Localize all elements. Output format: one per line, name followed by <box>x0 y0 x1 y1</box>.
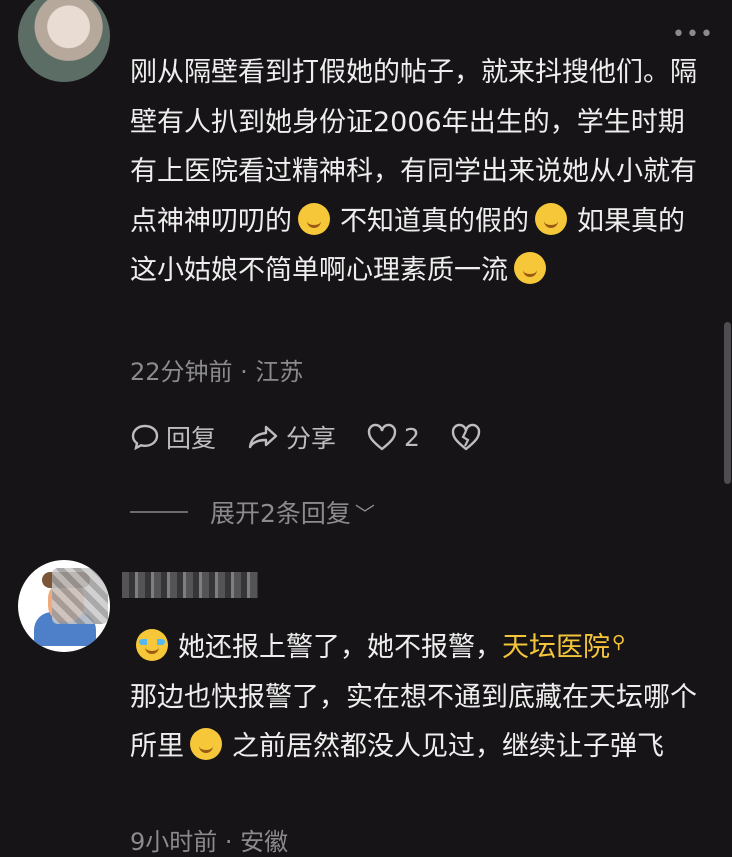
scrollbar[interactable] <box>724 322 731 484</box>
comment-2-time-location: 9小时前 · 安徽 <box>130 828 289 856</box>
avatar-commenter-1[interactable] <box>18 0 110 82</box>
heart-icon <box>367 423 397 451</box>
share-icon <box>248 425 278 449</box>
comment-2-text-part-a: 她还报上警了，她不报警， <box>178 632 502 663</box>
search-link-tiantan-hospital[interactable]: 天坛医院 <box>502 632 610 663</box>
like-button[interactable]: 2 <box>366 422 420 452</box>
share-label: 分享 <box>286 424 337 453</box>
thinking-face-emoji-icon <box>535 202 567 235</box>
expand-replies-label: 展开2条回复 <box>210 499 351 528</box>
crying-face-emoji-icon <box>136 629 168 661</box>
comment-1-text: 刚从隔壁看到打假她的帖子，就来抖搜他们。隔壁有人扒到她身份证2006年出生的，学… <box>130 48 700 296</box>
reply-icon <box>131 424 159 451</box>
like-count: 2 <box>404 422 420 452</box>
expand-replies-button[interactable]: 展开2条回复 ﹀ <box>130 494 375 530</box>
search-icon[interactable]: ⚲ <box>612 632 625 653</box>
comment-1-text-part-b: 不知道真的假的 <box>340 205 529 237</box>
broken-heart-icon <box>451 423 481 451</box>
reply-button[interactable]: 回复 <box>130 419 216 455</box>
comment-2-text-part-c: 之前居然都没人见过，继续让子弹飞 <box>232 731 664 762</box>
chevron-down-icon: ﹀ <box>354 501 375 526</box>
comment-1-time-location: 22分钟前 · 江苏 <box>130 358 304 386</box>
avatar-commenter-2[interactable] <box>18 560 110 652</box>
laughing-crying-emoji-icon <box>298 202 330 235</box>
dislike-button[interactable] <box>450 422 488 452</box>
more-options-icon[interactable]: ••• <box>672 22 714 47</box>
username-obscured[interactable] <box>122 572 258 598</box>
comment-1-actions: 回复 分享 2 <box>130 420 518 454</box>
comment-2-text: 她还报上警了，她不报警，天坛医院 ⚲ 那边也快报警了，实在想不通到底藏在天坛哪个所里… <box>130 618 700 772</box>
divider-line <box>130 511 188 513</box>
smirk-face-emoji-icon <box>514 252 546 284</box>
reply-label: 回复 <box>166 424 217 453</box>
thinking-face-emoji-icon <box>190 728 222 760</box>
share-button[interactable]: 分享 <box>246 419 336 455</box>
